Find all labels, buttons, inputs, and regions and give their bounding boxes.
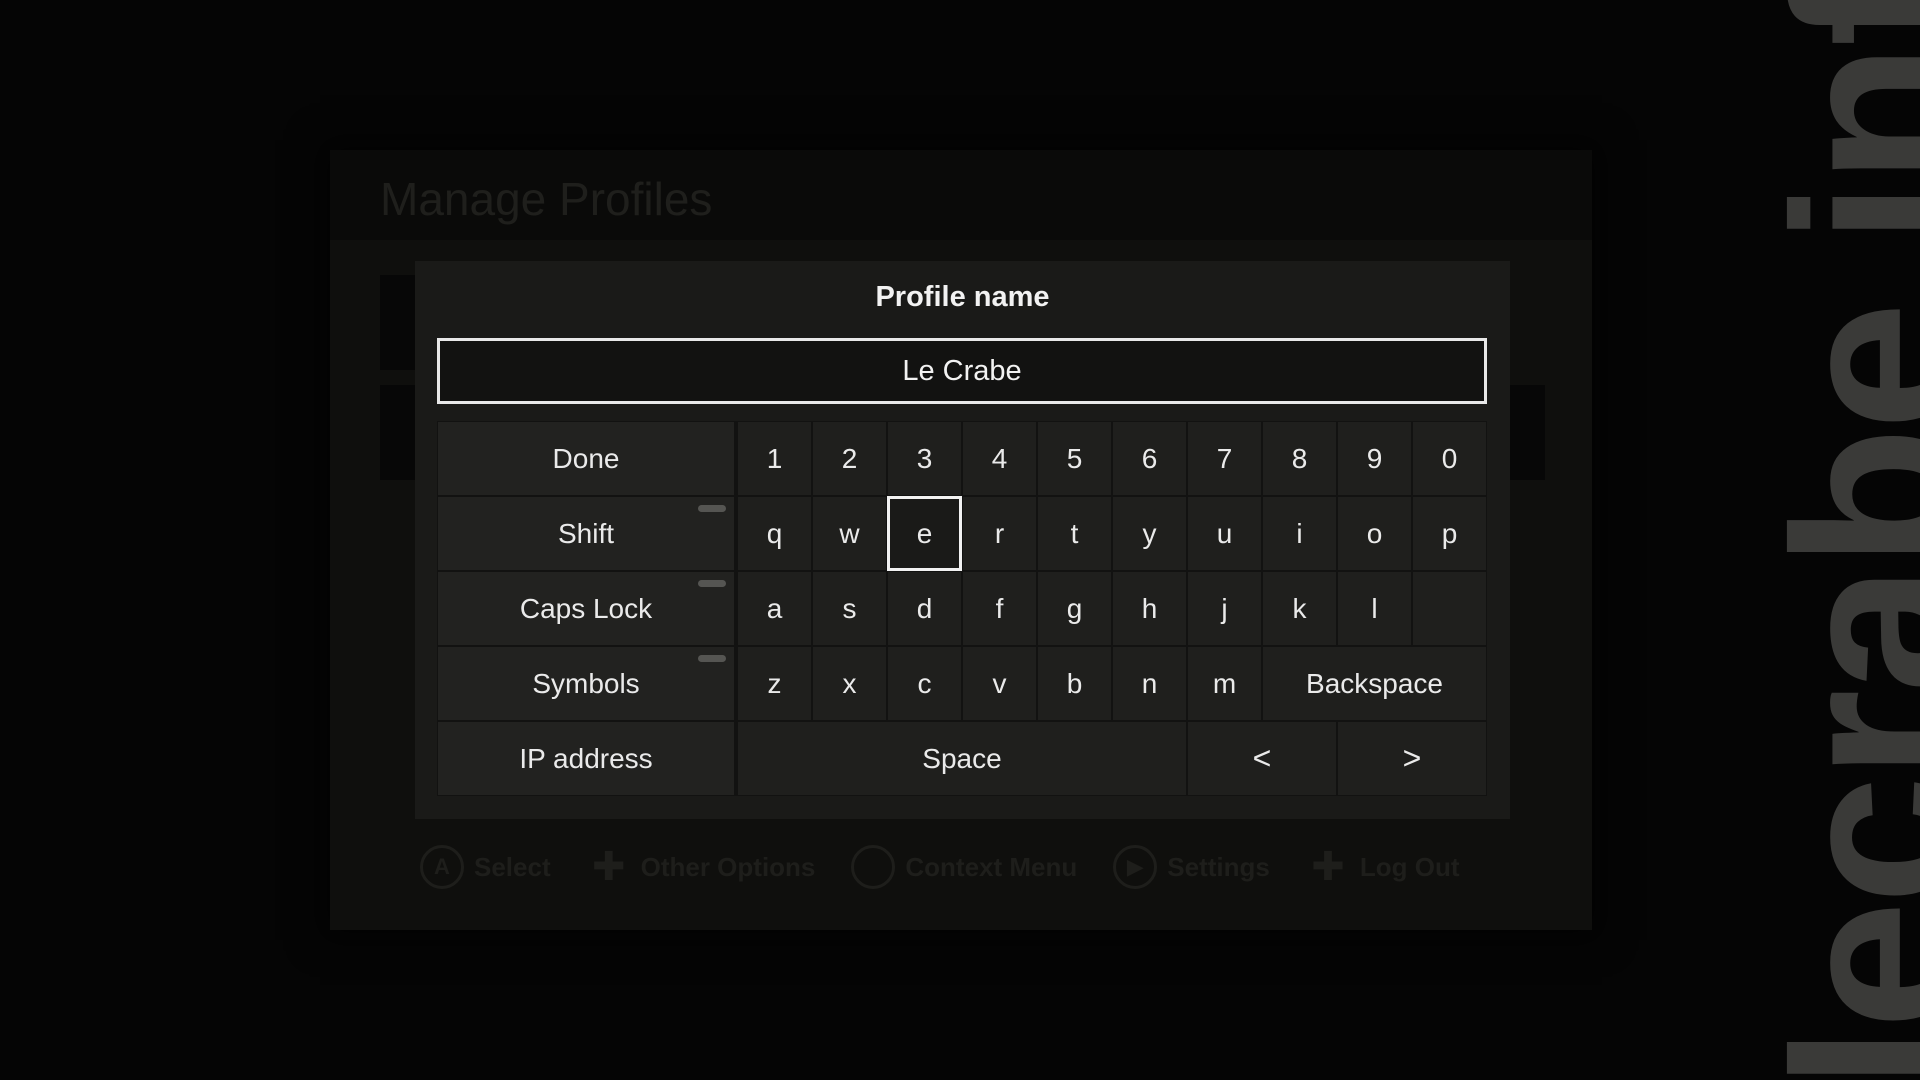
key-i[interactable]: i [1262, 496, 1337, 571]
hint-settings: ▶ Settings [1113, 845, 1270, 889]
background-list-item [380, 275, 420, 370]
background-list-item [1505, 385, 1545, 480]
key-7[interactable]: 7 [1187, 421, 1262, 496]
key-d[interactable]: d [887, 571, 962, 646]
toggle-indicator [698, 655, 726, 662]
key-w[interactable]: w [812, 496, 887, 571]
key-n[interactable]: n [1112, 646, 1187, 721]
key-6[interactable]: 6 [1112, 421, 1187, 496]
key-empty[interactable] [1412, 571, 1487, 646]
key-p[interactable]: p [1412, 496, 1487, 571]
hint-log-out: ✚ Log Out [1306, 845, 1460, 889]
screen: Manage Profiles A Select ✚ Other Options… [0, 0, 1920, 1080]
key-f[interactable]: f [962, 571, 1037, 646]
key-y[interactable]: y [1112, 496, 1187, 571]
button-hints-bar: A Select ✚ Other Options Context Menu ▶ … [420, 845, 1460, 889]
symbols-key[interactable]: Symbols [437, 646, 737, 721]
toggle-indicator [698, 580, 726, 587]
key-4[interactable]: 4 [962, 421, 1037, 496]
dpad-down-icon: ✚ [1311, 845, 1345, 889]
cursor-left-key[interactable]: < [1187, 721, 1337, 796]
context-button-icon [851, 845, 896, 889]
hint-other-options: ✚ Other Options [587, 845, 816, 889]
hint-label: Settings [1167, 851, 1270, 882]
hint-label: Log Out [1359, 851, 1460, 882]
space-key[interactable]: Space [737, 721, 1187, 796]
watermark-text: lecrabe.info [1746, 0, 1920, 1080]
manage-profiles-titlebar: Manage Profiles [330, 150, 1592, 240]
hint-label: Other Options [640, 851, 816, 882]
a-button-icon: A [420, 845, 464, 889]
dialog-title: Profile name [875, 281, 1050, 313]
hint-select: A Select [420, 845, 551, 889]
key-3[interactable]: 3 [887, 421, 962, 496]
keyboard-dialog: Profile name Le Crabe Done Shift Caps Lo… [415, 261, 1510, 819]
toggle-indicator [698, 505, 726, 512]
key-b[interactable]: b [1037, 646, 1112, 721]
key-u[interactable]: u [1187, 496, 1262, 571]
key-h[interactable]: h [1112, 571, 1187, 646]
key-s[interactable]: s [812, 571, 887, 646]
dpad-icon: ✚ [591, 845, 626, 889]
done-key[interactable]: Done [437, 421, 737, 496]
hint-label: Select [474, 851, 551, 882]
key-j[interactable]: j [1187, 571, 1262, 646]
cursor-right-key[interactable]: > [1337, 721, 1487, 796]
key-c[interactable]: c [887, 646, 962, 721]
caps-lock-key[interactable]: Caps Lock [437, 571, 737, 646]
key-r[interactable]: r [962, 496, 1037, 571]
key-q[interactable]: q [737, 496, 812, 571]
profile-name-input[interactable]: Le Crabe [437, 338, 1487, 404]
key-x[interactable]: x [812, 646, 887, 721]
virtual-keyboard: Done Shift Caps Lock Symbols IP address … [437, 421, 1487, 796]
shift-key-label: Shift [557, 517, 615, 549]
key-z[interactable]: z [737, 646, 812, 721]
key-m[interactable]: m [1187, 646, 1262, 721]
key-o[interactable]: o [1337, 496, 1412, 571]
ip-address-key[interactable]: IP address [437, 721, 737, 796]
hint-context-menu: Context Menu [851, 845, 1077, 889]
background-list-item [380, 385, 420, 480]
key-0[interactable]: 0 [1412, 421, 1487, 496]
key-g[interactable]: g [1037, 571, 1112, 646]
key-t[interactable]: t [1037, 496, 1112, 571]
symbols-key-label: Symbols [532, 667, 640, 699]
start-button-icon: ▶ [1113, 845, 1158, 889]
key-2[interactable]: 2 [812, 421, 887, 496]
manage-profiles-title: Manage Profiles [380, 173, 713, 225]
shift-key[interactable]: Shift [437, 496, 737, 571]
key-a[interactable]: a [737, 571, 812, 646]
key-l[interactable]: l [1337, 571, 1412, 646]
key-5[interactable]: 5 [1037, 421, 1112, 496]
hint-label: Context Menu [905, 851, 1078, 882]
key-k[interactable]: k [1262, 571, 1337, 646]
key-8[interactable]: 8 [1262, 421, 1337, 496]
key-9[interactable]: 9 [1337, 421, 1412, 496]
key-v[interactable]: v [962, 646, 1037, 721]
caps-lock-key-label: Caps Lock [519, 592, 653, 624]
key-e-focused[interactable]: e [887, 496, 962, 571]
key-1[interactable]: 1 [737, 421, 812, 496]
backspace-key[interactable]: Backspace [1262, 646, 1487, 721]
